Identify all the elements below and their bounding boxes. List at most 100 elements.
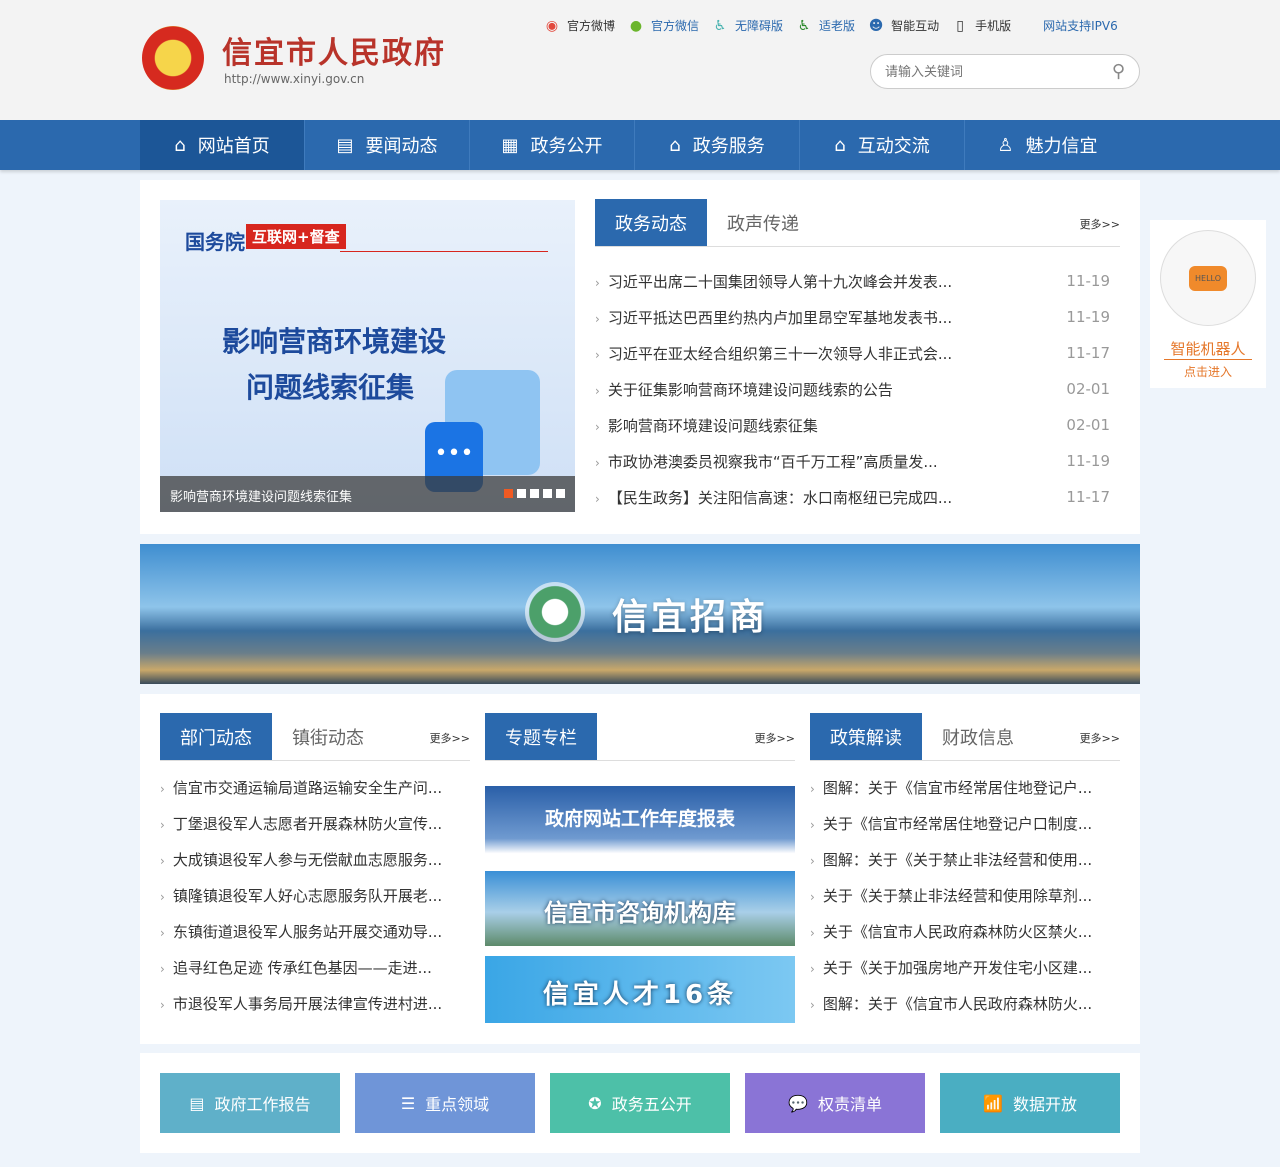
- tab-gov-news[interactable]: 政务动态: [595, 199, 707, 246]
- home-icon: ⌂: [174, 134, 186, 156]
- list-item[interactable]: 图解：关于《关于禁止非法经营和使用...: [810, 841, 1120, 877]
- list-item[interactable]: 关于《信宜市人民政府森林防火区禁火...: [810, 913, 1120, 949]
- quick-gov-report[interactable]: ▤ 政府工作报告: [160, 1073, 340, 1133]
- nav-xinyi[interactable]: ♙ 魅力信宜: [965, 120, 1130, 170]
- list-item-title[interactable]: 关于《信宜市人民政府森林防火区禁火...: [810, 921, 1092, 942]
- list-item[interactable]: 影响营商环境建设问题线索征集 02-01: [595, 407, 1120, 443]
- tab-finance[interactable]: 财政信息: [922, 713, 1034, 760]
- more-link[interactable]: 更多>>: [755, 730, 795, 746]
- banner-text: 政府网站工作年度报表: [544, 808, 735, 830]
- list-item-title[interactable]: 市政协港澳委员视察我市“百千万工程”高质量发...: [595, 451, 938, 472]
- list-item[interactable]: 习近平在亚太经合组织第三十一次领导人非正式会... 11-17: [595, 335, 1120, 371]
- list-item[interactable]: 信宜市交通运输局道路运输安全生产问...: [160, 769, 470, 805]
- topic-banner-consult[interactable]: 信宜市咨询机构库: [485, 871, 795, 946]
- tab-policy[interactable]: 政策解读: [810, 713, 922, 760]
- tab-voice[interactable]: 政声传递: [707, 199, 819, 246]
- policy-tabs: 政策解读 财政信息 更多>>: [810, 713, 1120, 761]
- topic-banner-talent[interactable]: 信宜人才16条: [485, 956, 795, 1023]
- list-item-title[interactable]: 大成镇退役军人参与无偿献血志愿服务...: [160, 849, 442, 870]
- list-item-date: 11-19: [1066, 308, 1110, 326]
- nav-news[interactable]: ▤ 要闻动态: [305, 120, 470, 170]
- wechat-link[interactable]: 官方微信: [651, 17, 699, 34]
- list-item-title[interactable]: 图解：关于《信宜市经常居住地登记户...: [810, 777, 1092, 798]
- list-item-title[interactable]: 【民生政务】关注阳信高速：水口南枢纽已完成四...: [595, 487, 952, 508]
- list-item[interactable]: 市政协港澳委员视察我市“百千万工程”高质量发... 11-19: [595, 443, 1120, 479]
- list-item[interactable]: 关于《关于禁止非法经营和使用除草剂...: [810, 877, 1120, 913]
- list-item-title[interactable]: 信宜市交通运输局道路运输安全生产问...: [160, 777, 442, 798]
- ipv6-link[interactable]: 网站支持IPV6: [1043, 17, 1118, 34]
- list-item-date: 02-01: [1066, 416, 1110, 434]
- list-item[interactable]: 习近平抵达巴西里约热内卢加里昂空军基地发表书... 11-19: [595, 299, 1120, 335]
- tab-topics[interactable]: 专题专栏: [485, 713, 597, 760]
- elderly-link[interactable]: 适老版: [819, 17, 855, 34]
- list-item[interactable]: 丁堡退役军人志愿者开展森林防火宣传...: [160, 805, 470, 841]
- national-emblem-logo: [142, 26, 204, 90]
- interaction-link[interactable]: 智能互动: [891, 17, 939, 34]
- list-item-title[interactable]: 习近平抵达巴西里约热内卢加里昂空军基地发表书...: [595, 307, 952, 328]
- dept-list: 信宜市交通运输局道路运输安全生产问... 丁堡退役军人志愿者开展森林防火宣传...…: [160, 769, 470, 1021]
- tab-dept[interactable]: 部门动态: [160, 713, 272, 760]
- tab-town[interactable]: 镇街动态: [272, 713, 384, 760]
- list-item[interactable]: 关于《关于加强房地产开发住宅小区建...: [810, 949, 1120, 985]
- list-item-title[interactable]: 关于《关于加强房地产开发住宅小区建...: [810, 957, 1092, 978]
- search-input[interactable]: [885, 64, 1085, 79]
- list-item[interactable]: 【民生政务】关注阳信高速：水口南枢纽已完成四... 11-17: [595, 479, 1120, 515]
- list-item-title[interactable]: 图解：关于《关于禁止非法经营和使用...: [810, 849, 1092, 870]
- list-item-title[interactable]: 东镇街道退役军人服务站开展交通劝导...: [160, 921, 442, 942]
- list-item[interactable]: 图解：关于《信宜市经常居住地登记户...: [810, 769, 1120, 805]
- list-item[interactable]: 镇隆镇退役军人好心志愿服务队开展老...: [160, 877, 470, 913]
- nav-open-gov[interactable]: ▦ 政务公开: [470, 120, 635, 170]
- more-link[interactable]: 更多>>: [430, 730, 470, 746]
- accessibility-link[interactable]: 无障碍版: [735, 17, 783, 34]
- list-item-title[interactable]: 关于《信宜市经常居住地登记户口制度...: [810, 813, 1092, 834]
- nav-home[interactable]: ⌂ 网站首页: [140, 120, 305, 170]
- search-box: ⚲: [870, 54, 1140, 89]
- list-item[interactable]: 习近平出席二十国集团领导人第十九次峰会并发表... 11-19: [595, 263, 1120, 299]
- list-item-title[interactable]: 关于征集影响营商环境建设问题线索的公告: [595, 379, 893, 400]
- weibo-link[interactable]: 官方微博: [567, 17, 615, 34]
- list-item-title[interactable]: 影响营商环境建设问题线索征集: [595, 415, 818, 436]
- list-item[interactable]: 追寻红色足迹 传承红色基因——走进...: [160, 949, 470, 985]
- robot-widget[interactable]: HELLO 智能机器人 点击进入: [1150, 220, 1266, 388]
- quick-label: 重点领域: [425, 1095, 490, 1114]
- quick-key-areas[interactable]: ☰ 重点领域: [355, 1073, 535, 1133]
- more-link[interactable]: 更多>>: [1080, 730, 1120, 746]
- header: 信宜市人民政府 http://www.xinyi.gov.cn ◉ 官方微博 ● 官…: [0, 0, 1280, 120]
- list-item-title[interactable]: 习近平在亚太经合组织第三十一次领导人非正式会...: [595, 343, 952, 364]
- quick-label: 数据开放: [1012, 1095, 1077, 1114]
- list-item[interactable]: 市退役军人事务局开展法律宣传进村进...: [160, 985, 470, 1021]
- quick-five-open[interactable]: ✪ 政务五公开: [550, 1073, 730, 1133]
- list-item-title[interactable]: 镇隆镇退役军人好心志愿服务队开展老...: [160, 885, 442, 906]
- nav-services[interactable]: ⌂ 政务服务: [635, 120, 800, 170]
- robot-enter-link[interactable]: 点击进入: [1150, 363, 1266, 380]
- list-item-title[interactable]: 图解：关于《信宜市人民政府森林防火...: [810, 993, 1092, 1014]
- topic-banner-annual-report[interactable]: 政府网站工作年度报表: [485, 786, 795, 861]
- slide-headline: 问题线索征集: [246, 371, 415, 404]
- list-item[interactable]: 大成镇退役军人参与无偿献血志愿服务...: [160, 841, 470, 877]
- nav-label: 要闻动态: [365, 136, 438, 157]
- investment-banner[interactable]: 信宜招商: [140, 544, 1140, 684]
- slider-dots[interactable]: [504, 489, 565, 498]
- list-item-title[interactable]: 追寻红色足迹 传承红色基因——走进...: [160, 957, 432, 978]
- quick-power-list[interactable]: 💬 权责清单: [745, 1073, 925, 1133]
- list-item[interactable]: 关于征集影响营商环境建设问题线索的公告 02-01: [595, 371, 1120, 407]
- list-item-title[interactable]: 关于《关于禁止非法经营和使用除草剂...: [810, 885, 1092, 906]
- chat-icon: 💬: [788, 1093, 808, 1113]
- top-links: ◉ 官方微博 ● 官方微信 ♿ 无障碍版 ♿ 适老版 ☻ 智能互动 ▯ 手机版 网站支持IP…: [543, 17, 1118, 34]
- nav-interaction[interactable]: ⌂ 互动交流: [800, 120, 965, 170]
- list-item-title[interactable]: 丁堡退役军人志愿者开展森林防火宣传...: [160, 813, 442, 834]
- mobile-link[interactable]: 手机版: [975, 17, 1011, 34]
- list-item-title[interactable]: 市退役军人事务局开展法律宣传进村进...: [160, 993, 442, 1014]
- list-item[interactable]: 图解：关于《信宜市人民政府森林防火...: [810, 985, 1120, 1021]
- more-link[interactable]: 更多>>: [1080, 216, 1120, 232]
- quick-open-data[interactable]: 📶 数据开放: [940, 1073, 1120, 1133]
- quick-label: 政府工作报告: [214, 1095, 311, 1114]
- investment-logo-icon: [525, 582, 585, 642]
- list-item[interactable]: 关于《信宜市经常居住地登记户口制度...: [810, 805, 1120, 841]
- search-icon[interactable]: ⚲: [1112, 61, 1125, 82]
- elderly-icon: ♿: [797, 17, 811, 34]
- list-item[interactable]: 东镇街道退役军人服务站开展交通劝导...: [160, 913, 470, 949]
- list-item-title[interactable]: 习近平出席二十国集团领导人第十九次峰会并发表...: [595, 271, 952, 292]
- image-slider[interactable]: 国务院 互联网+督查 影响营商环境建设 问题线索征集 ••• 影响营商环境建设问…: [160, 200, 575, 512]
- robot-icon: ☻: [868, 17, 884, 34]
